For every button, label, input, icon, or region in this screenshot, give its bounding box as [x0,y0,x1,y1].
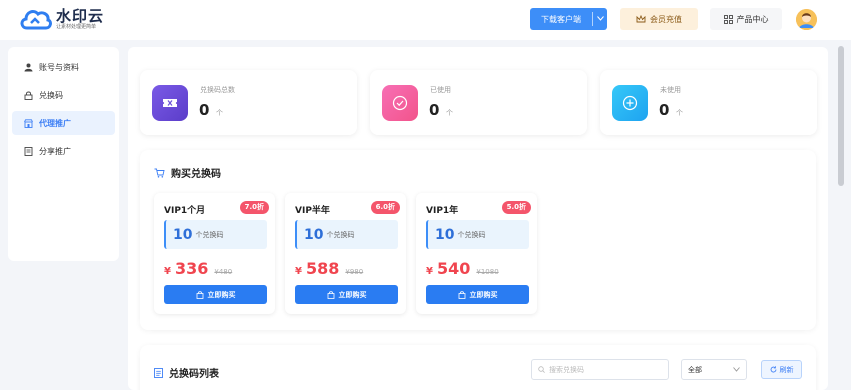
buy-now-button[interactable]: 立即购买 [164,285,267,304]
document-icon [24,146,33,156]
redeem-code-list-panel: 兑换码列表 全部 刷新 [140,345,816,390]
stat-unit: 个 [676,109,683,117]
plus-circle-icon [612,85,648,121]
buy-now-label: 立即购买 [338,290,367,299]
status-filter-select[interactable]: 全部 [681,359,747,380]
search-icon [538,366,545,373]
download-client-label: 下载客户端 [541,14,581,24]
package-count: 10 个兑换码 [295,220,398,249]
package-count: 10 个兑换码 [164,220,267,249]
package-card-half-year: VIP半年 6.0折 10 个兑换码 ¥ 588 ¥980 立即购买 [285,193,406,314]
package-card-1-month: VIP1个月 7.0折 10 个兑换码 ¥ 336 ¥480 立即购买 [154,193,275,314]
filter-value: 全部 [688,365,702,374]
product-center-label: 产品中心 [736,14,769,24]
package-count-unit: 个兑换码 [326,230,355,239]
price-value: 588 [305,259,340,278]
bag-icon [458,290,465,299]
vip-recharge-button[interactable]: 会员充值 [620,8,698,30]
price-currency: ¥ [426,266,433,277]
package-price: ¥ 336 ¥480 [164,259,232,278]
package-name: VIP半年 [295,206,330,216]
package-name: VIP1个月 [164,206,206,216]
lock-icon [24,91,33,100]
chevron-down-icon [733,367,740,372]
scrollbar[interactable] [838,46,844,186]
buy-now-label: 立即购买 [469,290,498,299]
list-icon [154,367,163,378]
sidebar-item-account[interactable]: 账号与资料 [12,55,115,79]
purchase-title-text: 购买兑换码 [171,169,221,180]
list-title: 兑换码列表 [154,365,219,380]
package-count-value: 10 [173,226,193,243]
user-icon [24,63,33,72]
sidebar-item-label: 分享推广 [39,146,71,156]
download-client-button[interactable]: 下载客户端 [530,8,607,30]
package-name: VIP1年 [426,206,459,216]
app-slogan: 让素材处理更简单 [56,23,97,30]
original-price: ¥480 [214,268,233,276]
discount-badge: 6.0折 [370,201,400,214]
stat-value: 0 [429,101,440,119]
refresh-icon [770,366,776,373]
purchase-title: 购买兑换码 [154,165,221,180]
stat-label: 已使用 [430,86,451,94]
check-circle-icon [382,85,418,121]
grid-icon [723,14,733,24]
stat-label: 未使用 [660,86,681,94]
stat-card-used: 已使用 0 个 [370,70,587,135]
buy-now-label: 立即购买 [207,290,236,299]
app-name: 水印云 [56,6,105,25]
sidebar-item-share-promotion[interactable]: 分享推广 [12,139,115,163]
vip-recharge-label: 会员充值 [650,14,682,24]
avatar[interactable] [796,9,817,30]
logo[interactable]: 水印云 让素材处理更简单 [18,6,104,32]
price-value: 540 [436,259,471,278]
stat-unit: 个 [216,109,223,117]
package-card-1-year: VIP1年 5.0折 10 个兑换码 ¥ 540 ¥1080 立即购买 [416,193,537,314]
package-count-value: 10 [304,226,324,243]
product-center-button[interactable]: 产品中心 [710,8,782,30]
cart-icon [154,168,165,178]
top-header: 水印云 让素材处理更简单 下载客户端 会员充值 产品中心 [0,0,851,40]
stat-unit: 个 [446,109,453,117]
stat-value: 0 [659,101,670,119]
chevron-down-icon[interactable] [593,15,607,23]
package-price: ¥ 588 ¥980 [295,259,363,278]
list-title-text: 兑换码列表 [169,369,219,380]
bag-icon [196,290,203,299]
sidebar: 账号与资料 兑换码 代理推广 分享推广 [8,47,119,261]
buy-now-button[interactable]: 立即购买 [295,285,398,304]
cloud-logo-icon [20,10,52,30]
bag-icon [327,290,334,299]
price-value: 336 [174,259,209,278]
ticket-icon [152,85,188,121]
package-count-value: 10 [435,226,455,243]
package-count-unit: 个兑换码 [195,230,224,239]
stat-card-total: 兑换码总数 0 个 [140,70,357,135]
refresh-label: 刷新 [779,365,794,374]
sidebar-item-label: 代理推广 [39,118,71,128]
sidebar-item-agent-promotion[interactable]: 代理推广 [12,111,115,135]
package-price: ¥ 540 ¥1080 [426,259,499,278]
stat-label: 兑换码总数 [200,86,235,94]
search-input[interactable] [549,365,659,374]
stat-value: 0 [199,101,210,119]
stat-card-unused: 未使用 0 个 [600,70,817,135]
sidebar-item-label: 账号与资料 [39,62,79,72]
original-price: ¥980 [345,268,364,276]
discount-badge: 7.0折 [239,201,269,214]
crown-icon [636,15,646,23]
refresh-button[interactable]: 刷新 [761,360,802,379]
buy-now-button[interactable]: 立即购买 [426,285,529,304]
search-box[interactable] [531,359,669,380]
package-count: 10 个兑换码 [426,220,529,249]
discount-badge: 5.0折 [501,201,531,214]
shop-icon [24,118,33,128]
sidebar-item-redeem-code[interactable]: 兑换码 [12,83,115,107]
package-count-unit: 个兑换码 [457,230,486,239]
price-currency: ¥ [295,266,302,277]
price-currency: ¥ [164,266,171,277]
sidebar-item-label: 兑换码 [39,90,63,100]
original-price: ¥1080 [476,268,499,276]
